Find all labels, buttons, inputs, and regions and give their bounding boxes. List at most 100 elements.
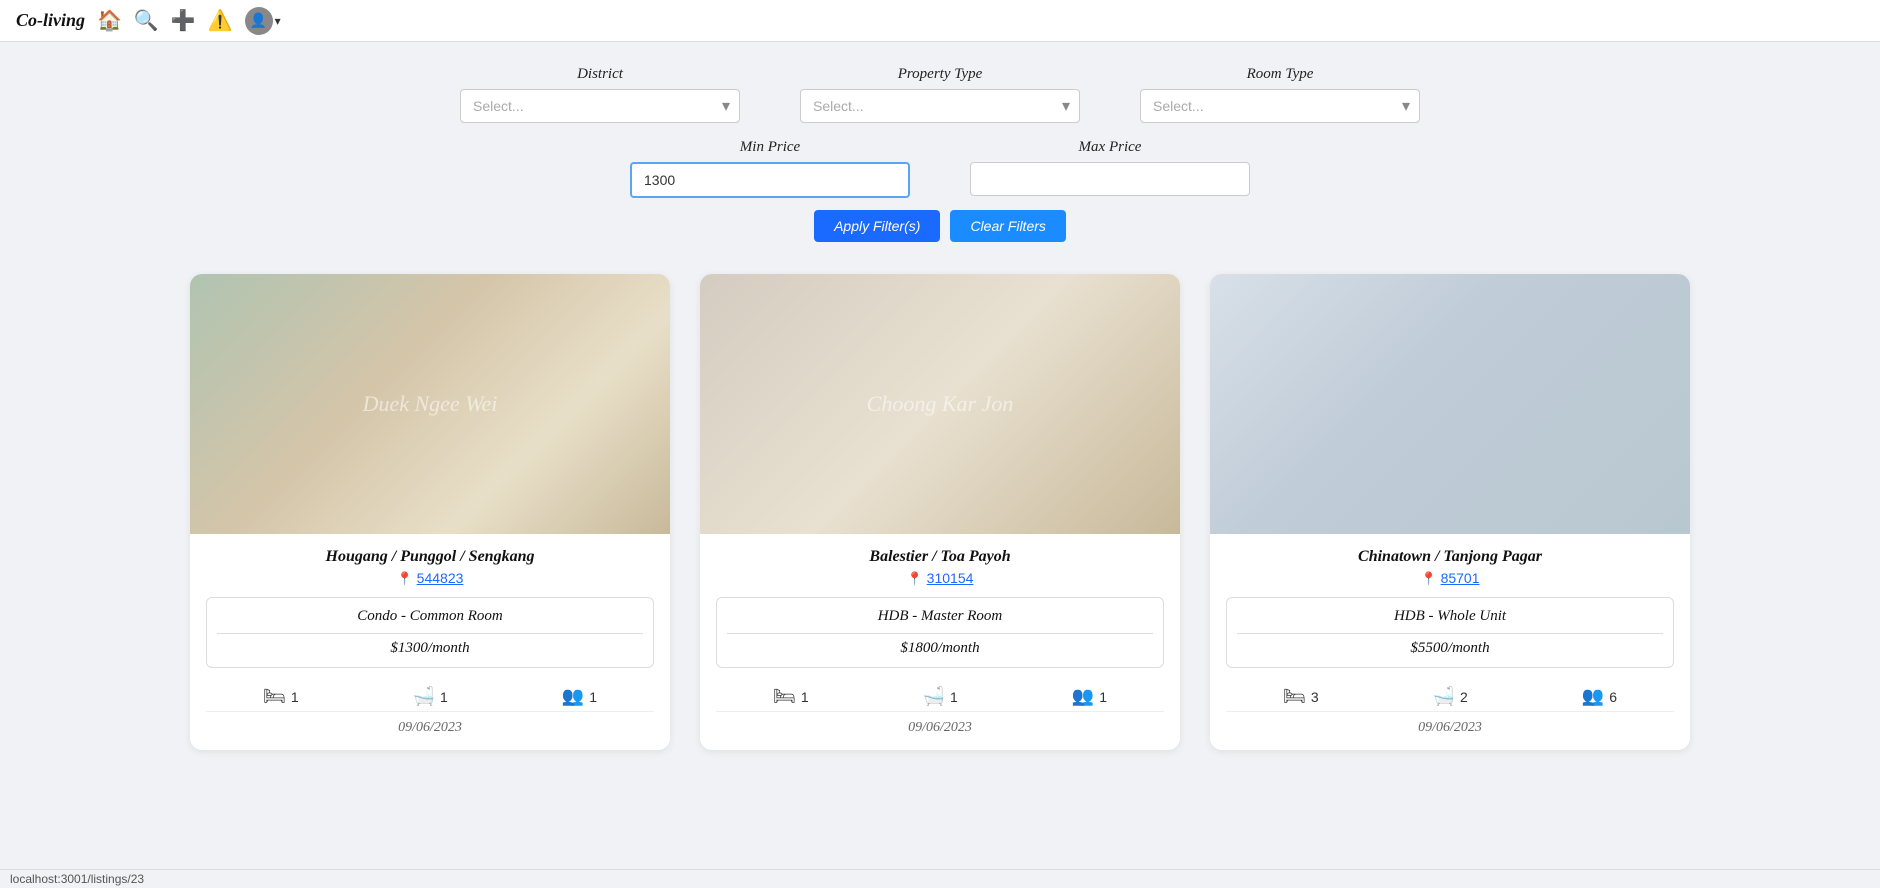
postal-link[interactable]: 544823 [417, 570, 464, 586]
max-price-label: Max Price [1079, 139, 1142, 156]
beds-count: 1 [801, 689, 809, 705]
listing-postal: 📍 85701 [1226, 570, 1674, 587]
baths-stat: 🛁 1 [923, 686, 958, 707]
card-body: Chinatown / Tanjong Pagar 📍 85701 HDB - … [1210, 534, 1690, 750]
listing-date: 09/06/2023 [716, 720, 1164, 740]
listing-card[interactable]: Chinatown / Tanjong Pagar 📍 85701 HDB - … [1210, 274, 1690, 750]
district-select[interactable]: Select... [460, 89, 740, 123]
persons-icon: 👥 [1072, 686, 1094, 707]
beds-stat: 🛏 3 [1283, 686, 1319, 707]
room-type-select-wrap: Select... [1140, 89, 1420, 123]
listing-price: $1300/month [217, 640, 643, 657]
beds-count: 3 [1311, 689, 1319, 705]
baths-count: 1 [950, 689, 958, 705]
max-price-input[interactable] [970, 162, 1250, 196]
status-url: localhost:3001/listings/23 [10, 872, 144, 886]
persons-count: 1 [589, 689, 597, 705]
property-type-filter: Property Type Select... [800, 66, 1080, 123]
listing-location: Hougang / Punggol / Sengkang [206, 548, 654, 566]
baths-stat: 🛁 1 [413, 686, 448, 707]
district-filter: District Select... [460, 66, 740, 123]
filter-buttons: Apply Filter(s) Clear Filters [200, 210, 1680, 242]
listing-price: $1800/month [727, 640, 1153, 657]
bed-icon: 🛏 [1283, 686, 1306, 707]
home-icon[interactable]: 🏠 [97, 8, 122, 33]
bath-icon: 🛁 [923, 686, 945, 707]
persons-count: 6 [1609, 689, 1617, 705]
watermark-text: Choong Kar Jon [867, 391, 1014, 417]
brand-label: Co-living [16, 10, 85, 31]
avatar: 👤 [245, 7, 273, 35]
listing-detail-box: HDB - Whole Unit $5500/month [1226, 597, 1674, 668]
listing-location: Chinatown / Tanjong Pagar [1226, 548, 1674, 566]
room-type-label: Room Type [1247, 66, 1314, 83]
search-icon[interactable]: 🔍 [134, 8, 159, 33]
listing-date: 09/06/2023 [1226, 720, 1674, 740]
persons-stat: 👥 1 [562, 686, 597, 707]
property-type-label: Property Type [898, 66, 983, 83]
listing-stats: 🛏 1 🛁 1 👥 1 [206, 678, 654, 712]
beds-count: 1 [291, 689, 299, 705]
bath-icon: 🛁 [1433, 686, 1455, 707]
beds-stat: 🛏 1 [263, 686, 299, 707]
postal-link[interactable]: 85701 [1441, 570, 1480, 586]
avatar-menu[interactable]: 👤 ▾ [245, 7, 281, 35]
min-price-filter: Min Price [630, 139, 910, 198]
clear-filters-button[interactable]: Clear Filters [950, 210, 1065, 242]
persons-stat: 👥 6 [1582, 686, 1617, 707]
district-label: District [577, 66, 623, 83]
navbar: Co-living 🏠 🔍 ➕ ⚠️ 👤 ▾ [0, 0, 1880, 42]
alert-icon[interactable]: ⚠️ [208, 8, 233, 33]
filter-row-1: District Select... Property Type Select.… [200, 66, 1680, 123]
bed-icon: 🛏 [773, 686, 796, 707]
room-type-select[interactable]: Select... [1140, 89, 1420, 123]
listing-property-type: Condo - Common Room [217, 608, 643, 634]
add-icon[interactable]: ➕ [171, 8, 196, 33]
filter-area: District Select... Property Type Select.… [0, 42, 1880, 258]
listing-property-type: HDB - Master Room [727, 608, 1153, 634]
card-body: Hougang / Punggol / Sengkang 📍 544823 Co… [190, 534, 670, 750]
pin-icon: 📍 [1420, 571, 1436, 586]
room-type-filter: Room Type Select... [1140, 66, 1420, 123]
listing-stats: 🛏 1 🛁 1 👥 1 [716, 678, 1164, 712]
card-body: Balestier / Toa Payoh 📍 310154 HDB - Mas… [700, 534, 1180, 750]
watermark-text: Duek Ngee Wei [363, 391, 498, 417]
listing-card[interactable]: Choong Kar Jon Balestier / Toa Payoh 📍 3… [700, 274, 1180, 750]
baths-count: 1 [440, 689, 448, 705]
baths-stat: 🛁 2 [1433, 686, 1468, 707]
persons-count: 1 [1099, 689, 1107, 705]
max-price-filter: Max Price [970, 139, 1250, 198]
listing-postal: 📍 544823 [206, 570, 654, 587]
listing-price: $5500/month [1237, 640, 1663, 657]
baths-count: 2 [1460, 689, 1468, 705]
pin-icon: 📍 [397, 571, 413, 586]
min-price-input[interactable] [630, 162, 910, 198]
min-price-label: Min Price [740, 139, 800, 156]
beds-stat: 🛏 1 [773, 686, 809, 707]
listings-area: Duek Ngee Wei Hougang / Punggol / Sengka… [0, 258, 1880, 790]
listing-card[interactable]: Duek Ngee Wei Hougang / Punggol / Sengka… [190, 274, 670, 750]
status-bar: localhost:3001/listings/23 [0, 869, 1880, 888]
postal-link[interactable]: 310154 [927, 570, 974, 586]
listing-image [1210, 274, 1690, 534]
bed-icon: 🛏 [263, 686, 286, 707]
property-type-select[interactable]: Select... [800, 89, 1080, 123]
persons-icon: 👥 [1582, 686, 1604, 707]
pin-icon: 📍 [907, 571, 923, 586]
district-select-wrap: Select... [460, 89, 740, 123]
listing-detail-box: Condo - Common Room $1300/month [206, 597, 654, 668]
listing-stats: 🛏 3 🛁 2 👥 6 [1226, 678, 1674, 712]
listing-image: Duek Ngee Wei [190, 274, 670, 534]
filter-row-2: Min Price Max Price [200, 139, 1680, 198]
listing-location: Balestier / Toa Payoh [716, 548, 1164, 566]
persons-icon: 👥 [562, 686, 584, 707]
bath-icon: 🛁 [413, 686, 435, 707]
listing-date: 09/06/2023 [206, 720, 654, 740]
chevron-down-icon: ▾ [275, 14, 281, 28]
apply-filters-button[interactable]: Apply Filter(s) [814, 210, 940, 242]
listing-property-type: HDB - Whole Unit [1237, 608, 1663, 634]
listing-postal: 📍 310154 [716, 570, 1164, 587]
property-type-select-wrap: Select... [800, 89, 1080, 123]
persons-stat: 👥 1 [1072, 686, 1107, 707]
listing-image: Choong Kar Jon [700, 274, 1180, 534]
